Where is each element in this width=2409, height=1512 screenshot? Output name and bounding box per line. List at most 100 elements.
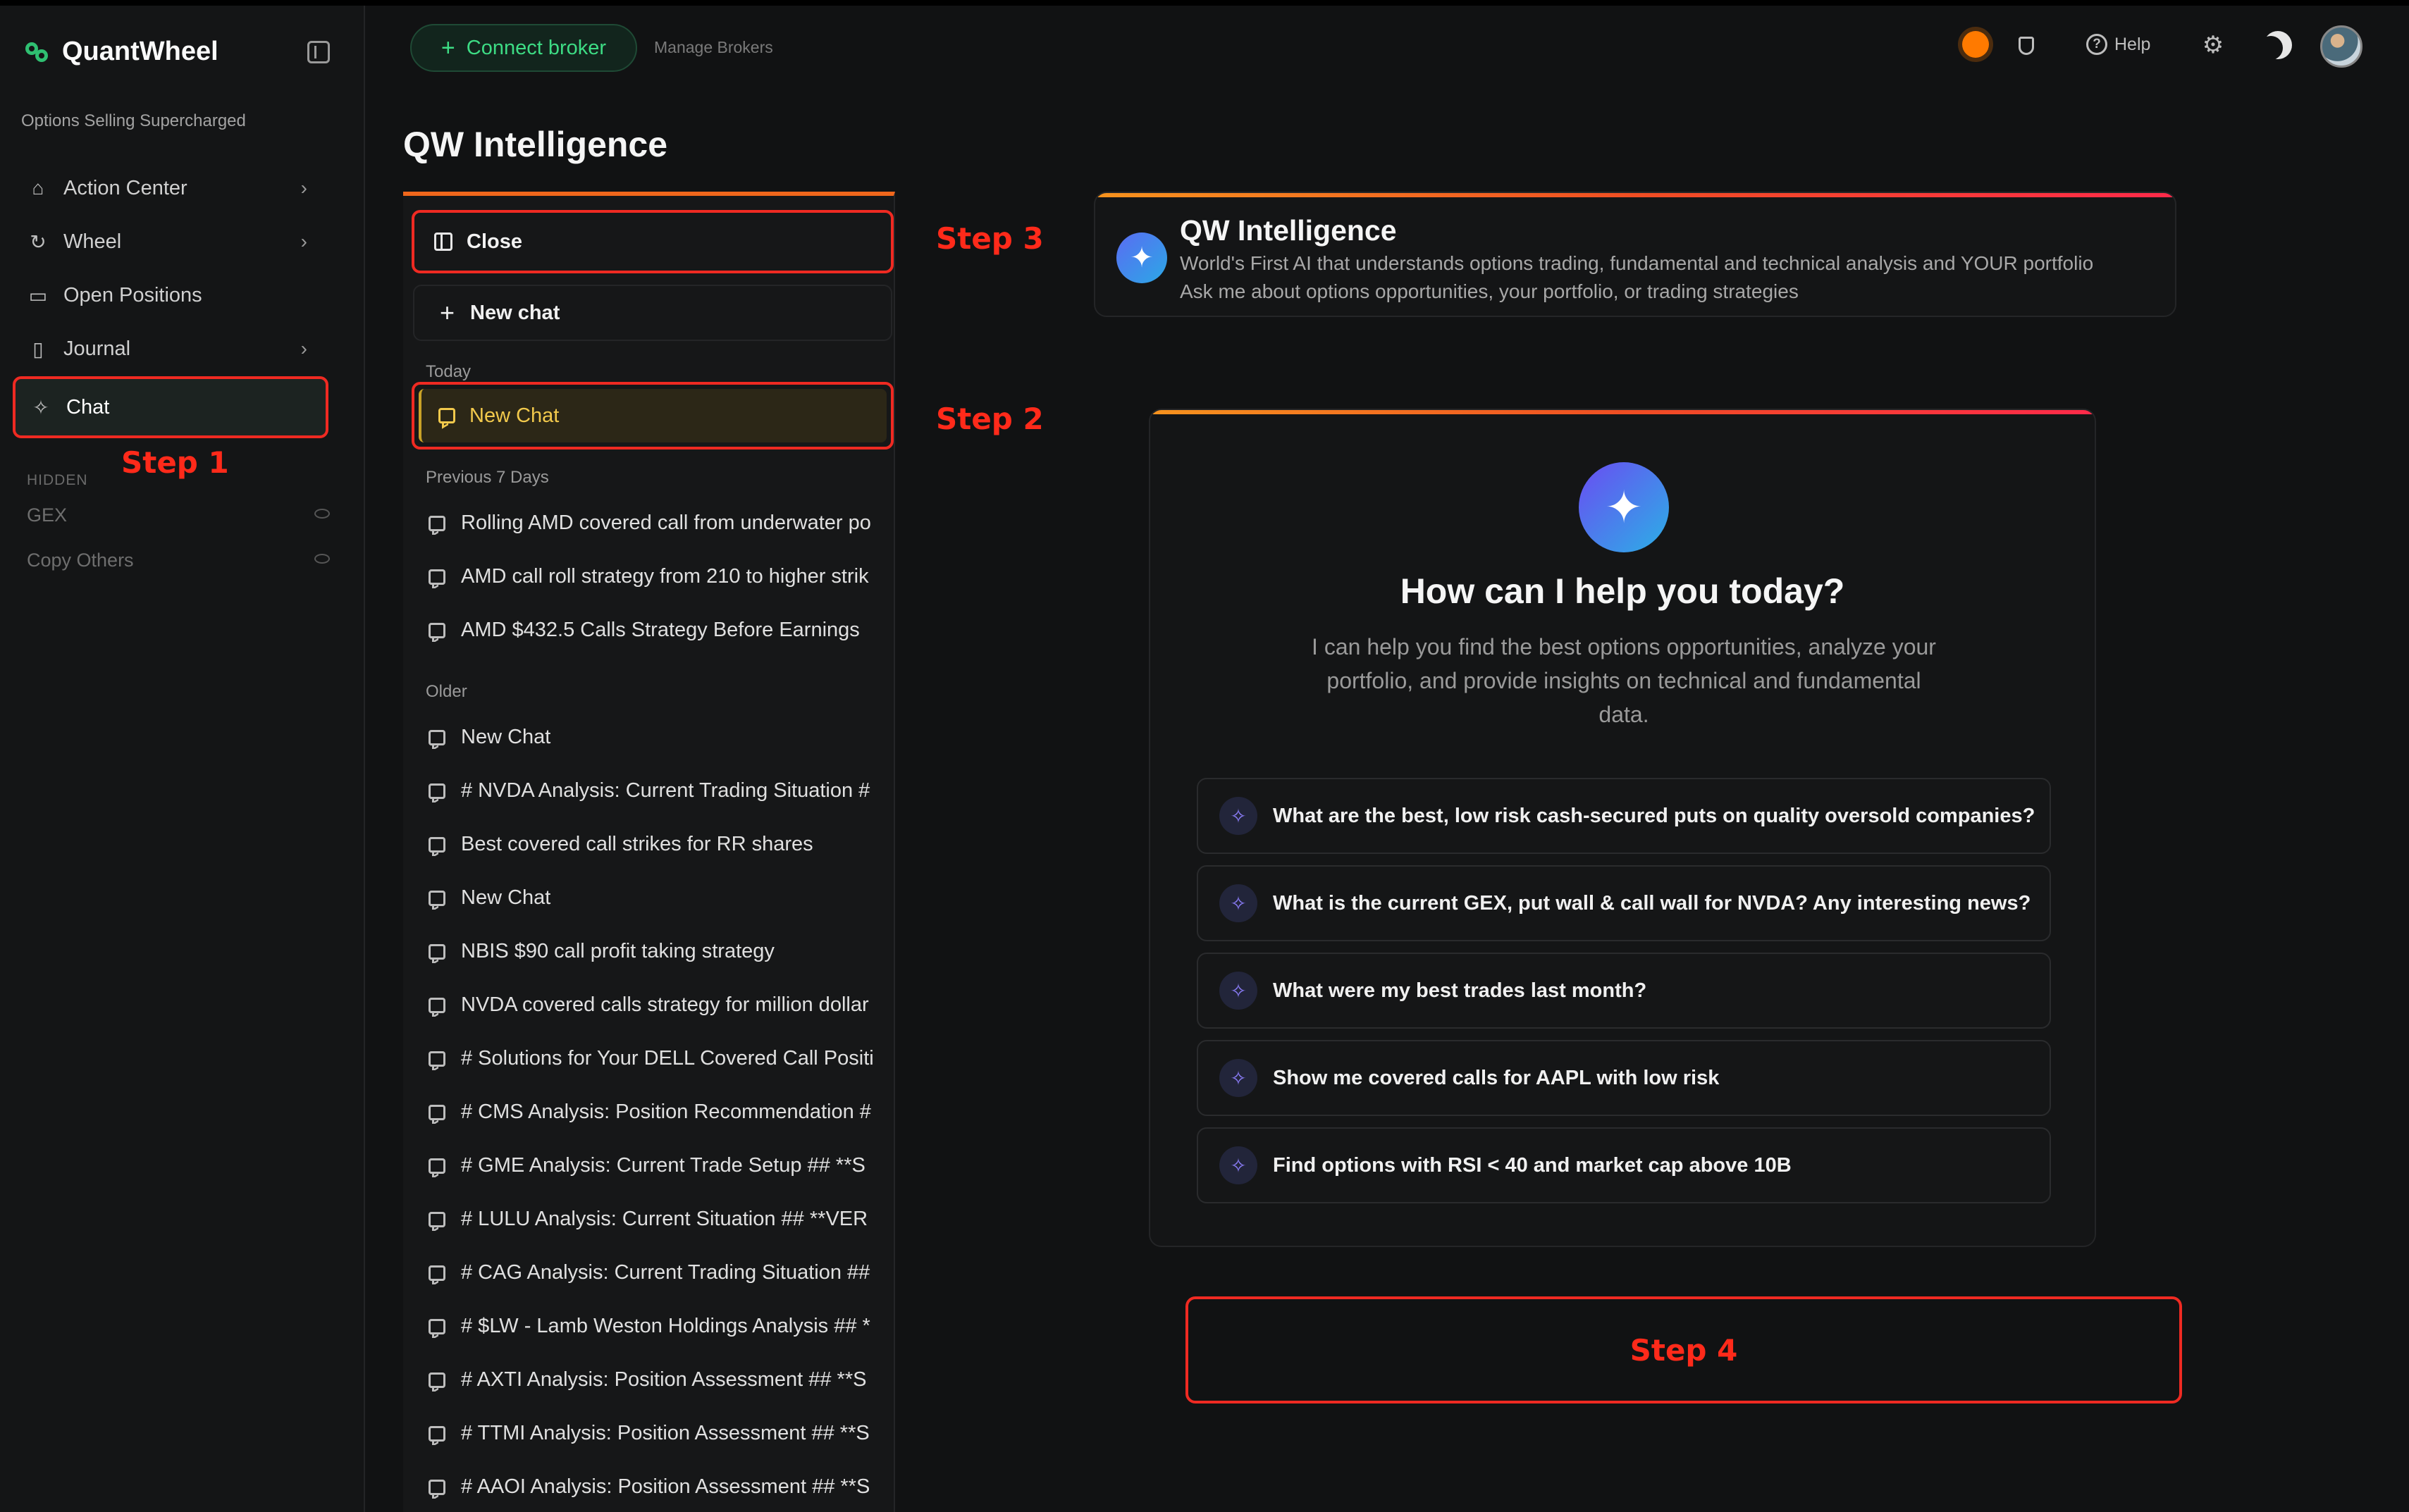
suggested-prompt[interactable]: ✧ Find options with RSI < 40 and market … <box>1197 1127 2051 1203</box>
sidebar: QuantWheel Options Selling Supercharged … <box>0 6 365 1512</box>
sidebar-item-action-center[interactable]: ⌂ Action Center › <box>13 165 328 211</box>
chat-history-panel: Close + New chat Today New Chat Previous… <box>403 192 895 1512</box>
tagline: Options Selling Supercharged <box>21 111 246 130</box>
collapse-sidebar-icon[interactable] <box>307 41 330 63</box>
group-label-previous: Previous 7 Days <box>426 468 549 487</box>
connect-broker-button[interactable]: + Connect broker <box>410 24 637 72</box>
chat-item[interactable]: # GME Analysis: Current Trade Setup ## *… <box>429 1154 894 1177</box>
chat-item[interactable]: AMD $432.5 Calls Strategy Before Earning… <box>429 619 894 642</box>
panel-close-icon <box>434 233 452 251</box>
eye-icon[interactable] <box>314 509 330 519</box>
chat-item-label: # Solutions for Your DELL Covered Call P… <box>461 1047 874 1070</box>
chat-item-label: # GME Analysis: Current Trade Setup ## *… <box>461 1154 865 1177</box>
home-icon: ⌂ <box>32 177 44 199</box>
suggested-prompt[interactable]: ✧ What is the current GEX, put wall & ca… <box>1197 865 2051 941</box>
gear-icon[interactable]: ⚙ <box>2202 33 2224 57</box>
chat-item[interactable]: # AXTI Analysis: Position Assessment ## … <box>429 1368 894 1392</box>
manage-brokers-link[interactable]: Manage Brokers <box>654 38 773 57</box>
status-indicator-icon[interactable] <box>1962 31 1989 58</box>
chat-item-label: Rolling AMD covered call from underwater… <box>461 512 871 534</box>
sidebar-item-wheel[interactable]: ↻ Wheel › <box>13 218 328 265</box>
sparkle-icon: ✧ <box>1219 1146 1257 1184</box>
step-3-label: Step 3 <box>936 221 1044 256</box>
message-icon <box>429 1051 445 1067</box>
chat-item[interactable]: Rolling AMD covered call from underwater… <box>429 512 894 535</box>
eye-icon[interactable] <box>314 554 330 564</box>
chat-item[interactable]: New Chat <box>429 886 894 910</box>
message-icon <box>429 836 445 853</box>
prompt-text: Show me covered calls for AAPL with low … <box>1273 1066 1720 1089</box>
message-icon <box>429 943 445 960</box>
chat-item[interactable]: # LULU Analysis: Current Situation ## **… <box>429 1208 894 1231</box>
chat-item-label: New Chat <box>461 886 551 909</box>
prompt-text: What are the best, low risk cash-secured… <box>1273 804 2035 827</box>
chat-item-label: # CMS Analysis: Position Recommendation … <box>461 1101 871 1123</box>
message-icon <box>429 569 445 585</box>
help-button[interactable]: ? Help <box>2086 34 2150 55</box>
avatar[interactable] <box>2320 25 2362 68</box>
new-chat-button[interactable]: + New chat <box>413 285 892 341</box>
sidebar-item-label: Wheel <box>63 230 122 253</box>
brand-name: QuantWheel <box>62 37 218 66</box>
chat-item[interactable]: New Chat <box>429 726 894 749</box>
message-icon <box>429 1158 445 1174</box>
chevron-right-icon: › <box>300 337 307 359</box>
chevron-right-icon: › <box>300 177 307 199</box>
sidebar-item-label: Chat <box>66 395 110 419</box>
shield-icon[interactable] <box>2019 37 2034 55</box>
prompt-text: Find options with RSI < 40 and market ca… <box>1273 1153 1792 1177</box>
chat-item-label: # AXTI Analysis: Position Assessment ## … <box>461 1368 867 1391</box>
sidebar-item-open-positions[interactable]: ▭ Open Positions <box>13 272 328 318</box>
step-4-box[interactable]: Step 4 <box>1185 1296 2182 1403</box>
intro-title: QW Intelligence <box>1180 214 1397 247</box>
chat-item[interactable]: NBIS $90 call profit taking strategy <box>429 940 894 963</box>
moon-icon[interactable] <box>2264 31 2292 59</box>
suggested-prompt[interactable]: ✧ Show me covered calls for AAPL with lo… <box>1197 1040 2051 1116</box>
message-icon <box>429 890 445 906</box>
chat-item[interactable]: # TTMI Analysis: Position Assessment ## … <box>429 1422 894 1445</box>
chat-item[interactable]: # AAOI Analysis: Position Assessment ## … <box>429 1475 894 1499</box>
chat-item-label: AMD call roll strategy from 210 to highe… <box>461 565 869 588</box>
sidebar-item-chat[interactable]: ✧ Chat <box>13 376 328 438</box>
sidebar-item-label: Open Positions <box>63 283 202 306</box>
message-icon <box>429 622 445 638</box>
sidebar-item-copy-others[interactable]: Copy Others <box>27 550 330 571</box>
chat-item[interactable]: # CMS Analysis: Position Recommendation … <box>429 1101 894 1124</box>
chat-item[interactable]: # Solutions for Your DELL Covered Call P… <box>429 1047 894 1070</box>
chat-item[interactable]: # CAG Analysis: Current Trading Situatio… <box>429 1261 894 1284</box>
message-icon <box>429 1318 445 1334</box>
gradient-accent <box>1150 410 2095 414</box>
chat-item[interactable]: AMD call roll strategy from 210 to highe… <box>429 565 894 588</box>
chat-item-label: New Chat <box>469 404 560 427</box>
suggested-prompt[interactable]: ✧ What are the best, low risk cash-secur… <box>1197 778 2051 854</box>
prompt-text: What is the current GEX, put wall & call… <box>1273 891 2031 915</box>
help-title: How can I help you today? <box>1400 571 1845 611</box>
chat-item[interactable]: # $LW - Lamb Weston Holdings Analysis ##… <box>429 1315 894 1338</box>
step-4-label: Step 4 <box>1629 1332 1738 1368</box>
chat-item-label: # NVDA Analysis: Current Trading Situati… <box>461 779 870 802</box>
sidebar-item-journal[interactable]: ▯ Journal › <box>13 326 328 372</box>
message-icon <box>429 729 445 745</box>
help-card: ✦ How can I help you today? I can help y… <box>1149 409 2096 1247</box>
message-icon <box>429 1265 445 1281</box>
step-2-label: Step 2 <box>936 402 1044 436</box>
chat-item[interactable]: Best covered call strikes for RR shares <box>429 833 894 856</box>
chat-item[interactable]: # NVDA Analysis: Current Trading Situati… <box>429 779 894 803</box>
sidebar-item-label: Copy Others <box>27 550 134 571</box>
new-chat-label: New chat <box>470 301 560 324</box>
message-icon <box>438 408 455 423</box>
close-history-button[interactable]: Close <box>412 210 894 273</box>
chat-item[interactable]: NVDA covered calls strategy for million … <box>429 993 894 1017</box>
message-icon <box>429 1372 445 1388</box>
suggested-prompt[interactable]: ✧ What were my best trades last month? <box>1197 953 2051 1029</box>
sidebar-item-gex[interactable]: GEX <box>27 504 330 526</box>
gradient-accent <box>1095 193 2175 197</box>
message-icon <box>429 1425 445 1442</box>
prompt-text: What were my best trades last month? <box>1273 979 1647 1002</box>
chat-item-active[interactable]: New Chat <box>412 382 894 450</box>
sidebar-item-label: GEX <box>27 504 68 526</box>
help-description: I can help you find the best options opp… <box>1312 634 1936 727</box>
chat-item-label: # $LW - Lamb Weston Holdings Analysis ##… <box>461 1315 870 1337</box>
brand[interactable]: QuantWheel <box>24 37 218 67</box>
message-icon <box>429 1104 445 1120</box>
